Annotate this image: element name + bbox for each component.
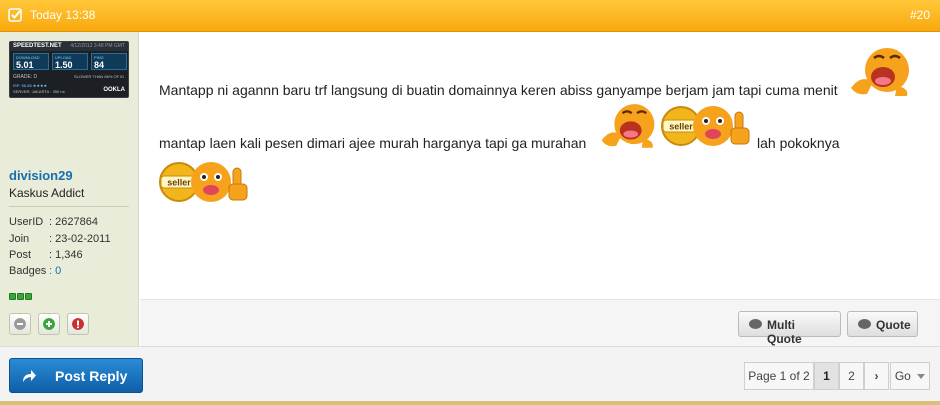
next-page-button[interactable]: › [864, 362, 889, 390]
go-label: Go [894, 369, 911, 383]
post-number-link[interactable]: #20 [910, 8, 930, 22]
speedtest-signature-image: SPEEDTEST.NET 4/12/2012 3:48 PM GMT DOWN… [9, 41, 129, 98]
user-status-button[interactable] [9, 313, 31, 335]
quote-button[interactable]: Quote [847, 311, 918, 337]
page-1-button[interactable]: 1 [814, 362, 839, 390]
seller-thumbs-up-emoticon-icon: seller [661, 106, 750, 146]
info-key: Badges [9, 265, 47, 277]
give-reputation-button[interactable] [38, 313, 60, 335]
info-value: : 1,346 [49, 249, 83, 261]
plus-reputation-icon [43, 318, 55, 330]
speedtest-isp: ISP: 56.85 ★★★★ [13, 83, 48, 88]
post-text-line2-tail: lah pokoknya [757, 135, 840, 151]
info-value: : 23-02-2011 [49, 233, 111, 245]
download-value: 5.01 [16, 60, 34, 70]
speedtest-comparison: SLOWER THAN 66% OF ID [74, 74, 125, 79]
reputation-dot [25, 293, 32, 300]
page-info: Page 1 of 2 [744, 362, 814, 390]
info-key: Join [9, 233, 30, 245]
post-date: Today 13:38 [30, 8, 96, 22]
thread-bottom-bar: Post Reply Page 1 of 2 1 2 › Go [0, 346, 940, 405]
checkbox-icon [8, 8, 22, 22]
info-value: : 2627864 [49, 216, 98, 228]
upload-box: UPLOAD 1.50 [52, 53, 88, 70]
report-post-button[interactable] [67, 313, 89, 335]
multi-quote-button[interactable]: Multi Quote [738, 311, 841, 346]
post-reply-label: Post Reply [55, 368, 128, 384]
quote-label: Quote [876, 318, 911, 332]
post-reply-button[interactable]: Post Reply [9, 358, 143, 393]
ping-value: 84 [94, 60, 105, 70]
download-box: DOWNLOAD 5.01 [13, 53, 49, 70]
multi-quote-bubble-icon [749, 319, 762, 329]
ping-box: PING 84 [91, 53, 127, 70]
quote-bubble-icon [858, 319, 871, 329]
ookla-logo: OOKLA [103, 87, 125, 93]
reputation-dot [17, 293, 24, 300]
user-title: Kaskus Addict [9, 186, 85, 200]
post-content: Mantapp ni agannn baru trf langsung di b… [140, 32, 940, 299]
speedtest-brand: SPEEDTEST.NET [13, 43, 62, 49]
page-2-button[interactable]: 2 [839, 362, 864, 390]
post-header: Today 13:38 #20 [0, 0, 940, 32]
reputation-dot [9, 293, 16, 300]
sidebar-divider [9, 206, 129, 207]
multi-quote-label: Multi Quote [767, 318, 802, 346]
speedtest-grade: GRADE: D [13, 74, 38, 80]
info-key: Post [9, 249, 32, 261]
page-bottom-border [0, 401, 940, 405]
laughing-emoticon-icon [601, 104, 655, 148]
chevron-down-icon [917, 374, 926, 380]
seller-badge-text: seller [167, 178, 191, 188]
badges-count-link[interactable]: : 0 [49, 265, 61, 277]
speedtest-server: SERVER: JAKARTA · 350 mi [13, 89, 65, 94]
seller-thumbs-up-emoticon-icon: seller [159, 162, 248, 202]
report-warning-icon [72, 318, 84, 330]
post-footer: Multi Quote Quote [140, 299, 940, 346]
user-status-icon [14, 318, 26, 330]
speedtest-date: 4/12/2012 3:48 PM GMT [70, 43, 125, 49]
go-to-page-button[interactable]: Go [890, 362, 930, 390]
upload-value: 1.50 [55, 60, 73, 70]
reply-arrow-icon [23, 370, 36, 382]
username-link[interactable]: division29 [9, 168, 73, 183]
laughing-emoticon-icon [851, 48, 909, 96]
reputation-bar [9, 288, 34, 300]
post-text-line2: mantap laen kali pesen dimari ajee murah… [159, 135, 587, 151]
seller-badge-text: seller [669, 122, 693, 132]
info-key: UserID [9, 216, 44, 228]
